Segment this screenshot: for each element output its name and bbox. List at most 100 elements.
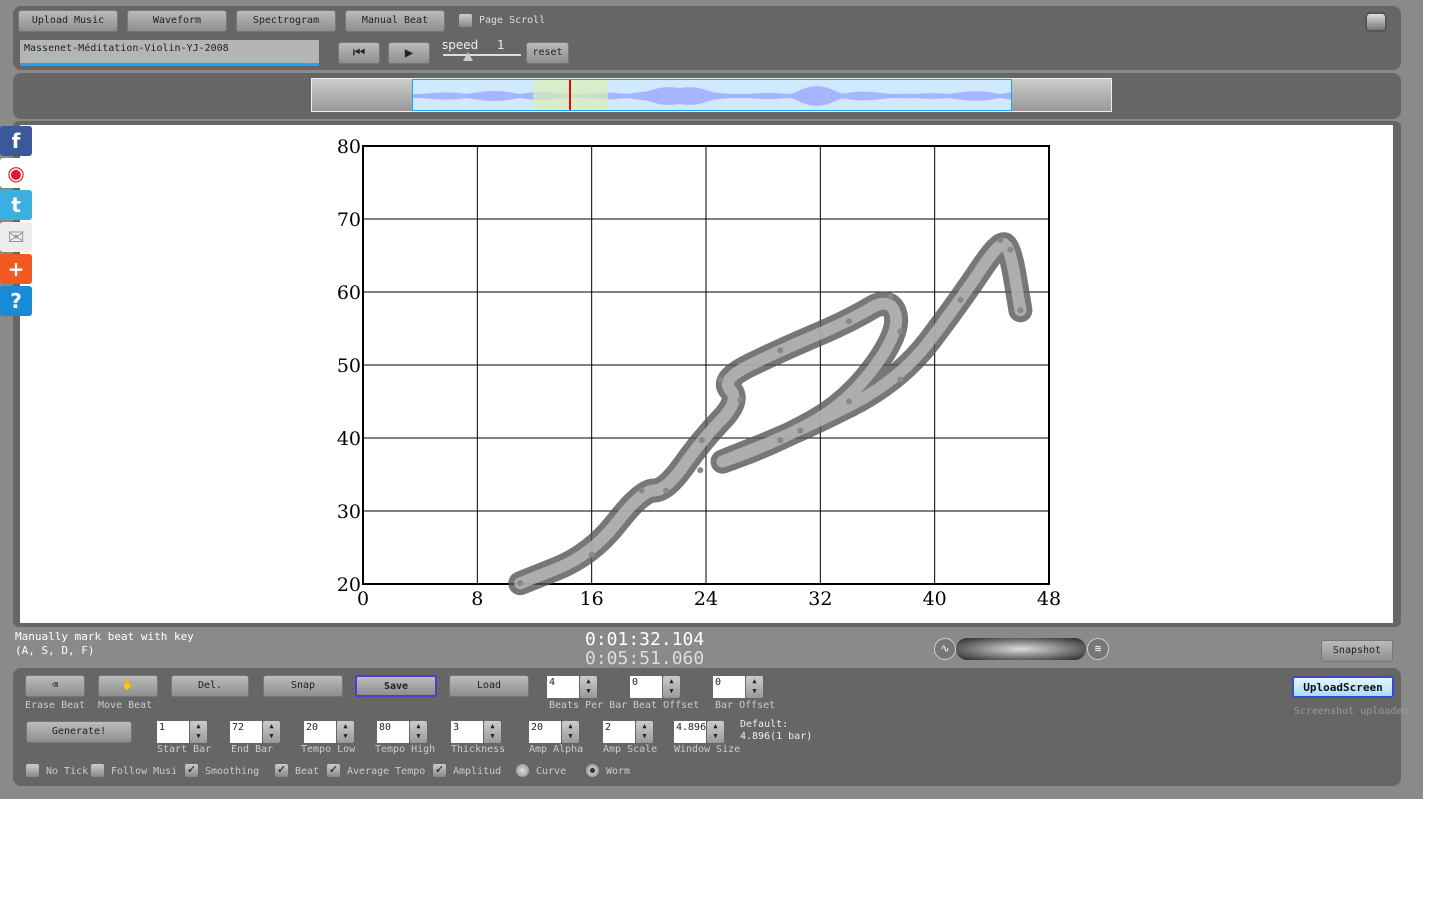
end-bar-spinner[interactable]: 72 ▲ ▼	[230, 721, 280, 743]
add-icon[interactable]: +	[0, 254, 32, 284]
erase-beat-button[interactable]: ⌫	[25, 675, 85, 697]
spinner-arrows-icon[interactable]: ▲ ▼	[263, 721, 280, 743]
speed-slider[interactable]	[443, 52, 521, 61]
radio-curve[interactable]	[516, 764, 529, 777]
visual-mode-slider[interactable]	[956, 638, 1086, 660]
start-bar-input[interactable]: 1	[157, 721, 189, 743]
controls-panel: ⌫ Erase Beat ✋ Move Beat Del. Snap Save …	[13, 668, 1408, 786]
save-button[interactable]: Save	[355, 675, 437, 697]
load-button[interactable]: Load	[449, 675, 529, 697]
bar-offset-spinner[interactable]: 0 ▲ ▼	[713, 676, 763, 698]
spinner-arrows-icon[interactable]: ▲ ▼	[484, 721, 501, 743]
checkbox-1[interactable]	[91, 764, 104, 777]
file-name-field[interactable]: Massenet-Méditation-Violin-YJ-2008	[20, 40, 319, 66]
checkbox-0[interactable]	[26, 764, 39, 777]
thickness-spinner[interactable]: 3 ▲ ▼	[451, 721, 501, 743]
weibo-icon[interactable]: ◉	[0, 158, 32, 188]
generate-button[interactable]: Generate!	[26, 721, 132, 743]
speed-slider-handle[interactable]	[463, 52, 473, 61]
current-time: 0:01:32.104	[585, 629, 705, 650]
spinner-arrows-icon[interactable]: ▲ ▼	[337, 721, 354, 743]
checkbox-2[interactable]: ✓	[185, 763, 198, 777]
spinner-arrows-icon[interactable]: ▲ ▼	[410, 721, 427, 743]
beat-offset-spinner[interactable]: 0 ▲ ▼	[630, 676, 680, 698]
radio-worm[interactable]	[586, 764, 599, 777]
y-tick-label: 80	[337, 136, 361, 158]
beat-offset-input[interactable]: 0	[630, 676, 662, 698]
spinner-arrows-icon[interactable]: ▲ ▼	[746, 676, 763, 698]
facebook-icon[interactable]: f	[0, 126, 32, 156]
twitter-icon[interactable]: t	[0, 190, 32, 220]
worm-point	[1017, 307, 1024, 314]
playhead[interactable]	[569, 80, 571, 110]
email-icon[interactable]: ✉	[0, 222, 32, 252]
spectrogram-button[interactable]: Spectrogram	[236, 10, 336, 32]
y-tick-label: 50	[337, 355, 361, 377]
checkbox-label: Amplitud	[453, 766, 502, 777]
beats-per-bar-spinner[interactable]: 4 ▲ ▼	[547, 676, 597, 698]
spinner-arrows-icon[interactable]: ▲ ▼	[562, 721, 579, 743]
speed-label: speed	[442, 38, 479, 52]
worm-body	[508, 232, 1033, 596]
bar-offset-input[interactable]: 0	[713, 676, 745, 698]
worm-point	[588, 551, 595, 558]
page-scroll-checkbox[interactable]	[459, 14, 472, 27]
spinner-arrows-icon[interactable]: ▲ ▼	[580, 676, 597, 698]
start-bar-spinner[interactable]: 1 ▲ ▼	[157, 721, 207, 743]
waveform-overview[interactable]	[311, 78, 1112, 112]
worm-point	[777, 437, 784, 444]
worm-point	[697, 467, 704, 474]
rewind-button[interactable]: ⏮	[338, 42, 380, 64]
spinner-arrows-icon[interactable]: ▲ ▼	[636, 721, 653, 743]
amp-scale-spinner[interactable]: 2 ▲ ▼	[603, 721, 653, 743]
upload-music-button[interactable]: Upload Music	[18, 10, 118, 32]
app: Upload Music Waveform Spectrogram Manual…	[0, 0, 1423, 799]
manual-beat-button[interactable]: Manual Beat	[345, 10, 445, 32]
checkbox-5[interactable]: ✓	[433, 763, 446, 777]
waveform-graph	[413, 86, 1011, 106]
tempo-low-input[interactable]: 20	[304, 721, 336, 743]
worm-point	[517, 580, 524, 587]
help-icon[interactable]: ?	[0, 286, 32, 316]
delete-button[interactable]: Del.	[171, 675, 249, 697]
upload-status: Screenshot uploaded	[1294, 706, 1409, 717]
snapshot-button[interactable]: Snapshot	[1321, 640, 1393, 662]
beats-per-bar-input[interactable]: 4	[547, 676, 579, 698]
spinner-arrows-icon[interactable]: ▲ ▼	[663, 676, 680, 698]
default-window-label: Default:	[740, 719, 789, 730]
worm-point	[717, 376, 724, 383]
amp-alpha-input[interactable]: 20	[529, 721, 561, 743]
window-size-input[interactable]: 4.896	[674, 721, 706, 743]
worm-point	[698, 437, 705, 444]
tempo-low-label: Tempo Low	[301, 744, 356, 755]
spinner-arrows-icon[interactable]: ▲ ▼	[707, 721, 724, 743]
upload-screen-button[interactable]: UploadScreen	[1292, 676, 1394, 698]
end-bar-input[interactable]: 72	[230, 721, 262, 743]
radio-label: Curve	[536, 766, 567, 777]
play-button[interactable]: ▶	[388, 42, 430, 64]
x-tick-label: 24	[694, 588, 718, 610]
waveform-path	[413, 86, 1011, 106]
spectrum-mode-icon[interactable]: ≋	[1087, 638, 1109, 660]
tempo-high-input[interactable]: 80	[377, 721, 409, 743]
spinner-arrows-icon[interactable]: ▲ ▼	[190, 721, 207, 743]
move-beat-button[interactable]: ✋	[98, 675, 158, 697]
amp-alpha-spinner[interactable]: 20 ▲ ▼	[529, 721, 579, 743]
reset-button[interactable]: reset	[526, 42, 569, 64]
amp-scale-input[interactable]: 2	[603, 721, 635, 743]
waveform-window[interactable]	[412, 79, 1012, 111]
fullscreen-icon[interactable]	[1365, 12, 1387, 32]
worm-point	[797, 427, 804, 434]
checkbox-3[interactable]: ✓	[275, 763, 288, 777]
snap-button[interactable]: Snap	[263, 675, 343, 697]
thickness-input[interactable]: 3	[451, 721, 483, 743]
worm-point	[957, 297, 964, 304]
waveform-mode-icon[interactable]: ∿	[934, 638, 956, 660]
tempo-low-spinner[interactable]: 20 ▲ ▼	[304, 721, 354, 743]
window-size-spinner[interactable]: 4.896 ▲ ▼	[674, 721, 724, 743]
waveform-button[interactable]: Waveform	[127, 10, 227, 32]
checkbox-label: Follow Musi	[111, 766, 178, 777]
tempo-high-spinner[interactable]: 80 ▲ ▼	[377, 721, 427, 743]
checkbox-4[interactable]: ✓	[327, 763, 340, 777]
worm-point	[662, 487, 669, 494]
